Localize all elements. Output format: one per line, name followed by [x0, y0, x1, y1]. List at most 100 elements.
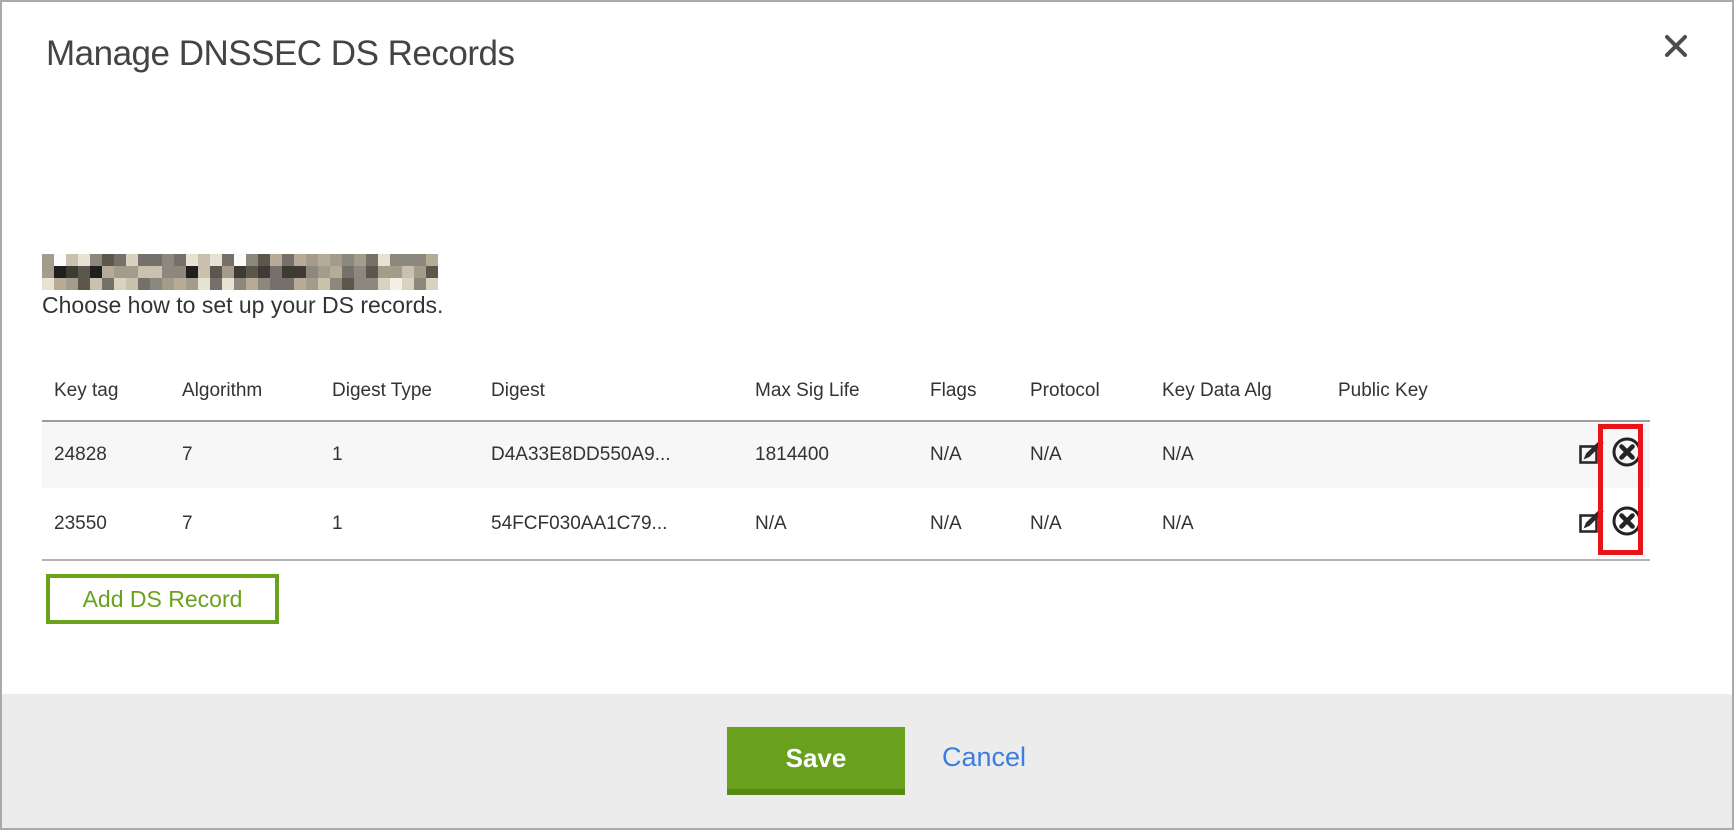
redacted-pixel: [378, 266, 390, 278]
redacted-pixel: [42, 254, 54, 266]
redacted-pixel: [150, 278, 162, 290]
redacted-pixel: [366, 254, 378, 266]
redacted-pixel: [174, 266, 186, 278]
redacted-pixel: [318, 254, 330, 266]
redacted-pixel: [354, 254, 366, 266]
redacted-pixel: [126, 278, 138, 290]
redacted-pixel: [342, 278, 354, 290]
redacted-pixel: [162, 278, 174, 290]
col-header-public-key: Public Key: [1338, 374, 1560, 421]
redacted-pixel: [294, 266, 306, 278]
table-row: 23550 7 1 54FCF030AA1C79... N/A N/A N/A …: [42, 488, 1650, 560]
redacted-pixel: [210, 266, 222, 278]
cell-algorithm: 7: [182, 488, 332, 560]
col-header-digest: Digest: [491, 374, 755, 421]
redacted-pixel: [402, 278, 414, 290]
col-header-max-sig-life: Max Sig Life: [755, 374, 930, 421]
redacted-pixel: [174, 278, 186, 290]
redacted-pixel: [234, 254, 246, 266]
redacted-pixel: [246, 266, 258, 278]
redacted-pixel: [42, 278, 54, 290]
redacted-pixel: [414, 278, 426, 290]
redacted-pixel: [222, 278, 234, 290]
redacted-pixel: [138, 278, 150, 290]
redacted-pixel: [426, 278, 438, 290]
redacted-pixel: [54, 254, 66, 266]
dialog-footer: Save Cancel: [2, 694, 1732, 828]
redacted-pixel: [306, 254, 318, 266]
col-header-algorithm: Algorithm: [182, 374, 332, 421]
redacted-pixel: [66, 278, 78, 290]
redacted-pixel: [138, 254, 150, 266]
delete-record-button[interactable]: [1610, 435, 1644, 475]
redacted-pixel: [186, 266, 198, 278]
redacted-pixel: [54, 266, 66, 278]
redacted-pixel: [102, 266, 114, 278]
redacted-pixel: [342, 266, 354, 278]
cell-key-data-alg: N/A: [1162, 488, 1338, 560]
cell-protocol: N/A: [1030, 421, 1162, 488]
redacted-pixel: [246, 278, 258, 290]
save-button[interactable]: Save: [727, 727, 905, 795]
col-header-actions: [1560, 374, 1650, 421]
row-actions: [1560, 488, 1650, 560]
redacted-pixel: [294, 278, 306, 290]
redacted-pixel: [294, 254, 306, 266]
redacted-pixel: [222, 254, 234, 266]
redacted-pixel: [390, 278, 402, 290]
redacted-pixel: [198, 254, 210, 266]
close-button[interactable]: [1662, 32, 1690, 60]
add-ds-record-button[interactable]: Add DS Record: [46, 574, 279, 624]
cell-public-key: [1338, 488, 1560, 560]
redacted-pixel: [102, 278, 114, 290]
redacted-pixel: [78, 278, 90, 290]
redacted-pixel: [402, 254, 414, 266]
cell-protocol: N/A: [1030, 488, 1162, 560]
redacted-pixel: [222, 266, 234, 278]
redacted-pixel: [258, 278, 270, 290]
edit-icon: [1576, 520, 1606, 541]
dialog-title: Manage DNSSEC DS Records: [46, 34, 514, 74]
redacted-pixel: [162, 266, 174, 278]
cell-digest: 54FCF030AA1C79...: [491, 488, 755, 560]
redacted-pixel: [354, 266, 366, 278]
delete-record-button[interactable]: [1610, 504, 1644, 544]
redacted-pixel: [174, 254, 186, 266]
redacted-pixel: [42, 266, 54, 278]
col-header-key-tag: Key tag: [42, 374, 182, 421]
cell-max-sig-life: 1814400: [755, 421, 930, 488]
cell-flags: N/A: [930, 488, 1030, 560]
ds-records-table-wrap: Key tag Algorithm Digest Type Digest Max…: [42, 374, 1650, 561]
redacted-pixel: [342, 254, 354, 266]
col-header-protocol: Protocol: [1030, 374, 1162, 421]
redacted-pixel: [426, 254, 438, 266]
cell-public-key: [1338, 421, 1560, 488]
redacted-pixel: [270, 266, 282, 278]
table-row: 24828 7 1 D4A33E8DD550A9... 1814400 N/A …: [42, 421, 1650, 488]
redacted-pixel: [90, 278, 102, 290]
redacted-pixel: [114, 266, 126, 278]
delete-icon: [1610, 522, 1644, 543]
redacted-pixel: [270, 278, 282, 290]
redacted-pixel: [66, 266, 78, 278]
cell-key-tag: 23550: [42, 488, 182, 560]
edit-record-button[interactable]: [1576, 506, 1606, 542]
cancel-link[interactable]: Cancel: [942, 742, 1026, 773]
col-header-flags: Flags: [930, 374, 1030, 421]
ds-records-table: Key tag Algorithm Digest Type Digest Max…: [42, 374, 1650, 561]
redacted-pixel: [78, 266, 90, 278]
cell-digest: D4A33E8DD550A9...: [491, 421, 755, 488]
redacted-pixel: [54, 278, 66, 290]
manage-dnssec-dialog: Manage DNSSEC DS Records Choose how to s…: [0, 0, 1734, 830]
redacted-pixel: [114, 278, 126, 290]
redacted-pixel: [210, 254, 222, 266]
cell-key-data-alg: N/A: [1162, 421, 1338, 488]
redacted-pixel: [102, 254, 114, 266]
edit-record-button[interactable]: [1576, 437, 1606, 473]
redacted-pixel: [402, 266, 414, 278]
redacted-pixel: [186, 254, 198, 266]
redacted-pixel: [330, 254, 342, 266]
redacted-pixel: [66, 254, 78, 266]
redacted-pixel: [378, 278, 390, 290]
cell-digest-type: 1: [332, 488, 491, 560]
